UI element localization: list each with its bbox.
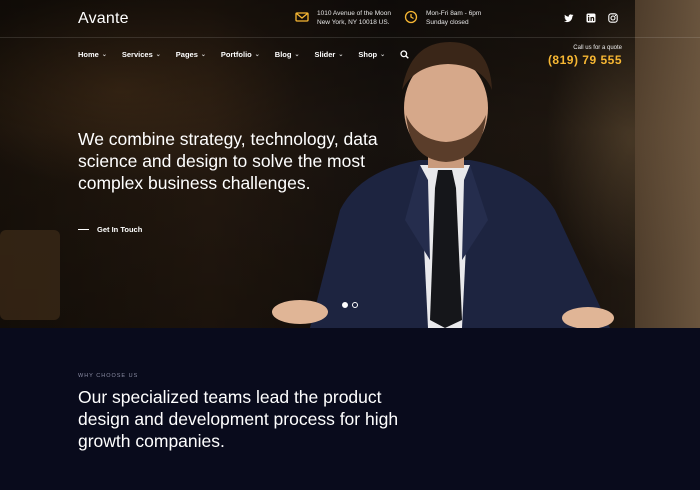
nav-item-slider[interactable]: Slider ⌄ [314,50,343,59]
top-bar: Avante 1010 Avenue of the Moon New York,… [0,0,700,38]
nav-item-pages[interactable]: Pages ⌄ [176,50,206,59]
background-chair [0,230,60,320]
slider-pagination [342,302,358,308]
background-pillar [635,0,700,328]
chevron-down-icon: ⌄ [155,52,161,58]
slide-dot-2[interactable] [352,302,358,308]
social-links [564,13,618,23]
nav-item-home[interactable]: Home ⌄ [78,50,107,59]
contact-hours: Mon-Fri 8am - 6pm Sunday closed [404,9,481,27]
clock-icon [404,10,418,24]
nav-item-shop[interactable]: Shop ⌄ [358,50,385,59]
main-nav: Home ⌄ Services ⌄ Pages ⌄ Portfolio ⌄ Blog ⌄ … [78,50,409,59]
search-icon[interactable] [400,50,409,59]
hours-line-2: Sunday closed [426,19,469,26]
mail-icon [295,12,309,22]
nav-item-blog[interactable]: Blog ⌄ [275,50,300,59]
section-eyebrow: WHY CHOOSE US [78,373,139,379]
address-line-1: 1010 Avenue of the Moon [317,10,391,17]
chevron-down-icon: ⌄ [294,52,300,58]
nav-item-portfolio[interactable]: Portfolio ⌄ [221,50,260,59]
section-heading: Our specialized teams lead the product d… [78,387,399,451]
quote-label: Call us for a quote [573,45,622,51]
address-line-2: New York, NY 10018 US. [317,19,390,26]
cta-label: Get In Touch [97,225,143,234]
chevron-down-icon: ⌄ [101,52,107,58]
linkedin-icon[interactable] [586,13,596,23]
hours-line-1: Mon-Fri 8am - 6pm [426,10,482,17]
why-choose-us-section: WHY CHOOSE US Our specialized teams lead… [0,328,700,490]
chevron-down-icon: ⌄ [254,52,260,58]
twitter-icon[interactable] [564,13,574,23]
chevron-down-icon: ⌄ [338,52,344,58]
brand-logo[interactable]: Avante [78,10,129,28]
slide-dot-1[interactable] [342,302,348,308]
instagram-icon[interactable] [608,13,618,23]
hero-headline: We combine strategy, technology, data sc… [78,129,378,193]
call-quote: Call us for a quote (819) 79 555 [548,45,622,67]
nav-item-services[interactable]: Services ⌄ [122,50,161,59]
get-in-touch-link[interactable]: Get In Touch [78,225,142,234]
chevron-down-icon: ⌄ [380,52,386,58]
chevron-down-icon: ⌄ [200,52,206,58]
contact-address: 1010 Avenue of the Moon New York, NY 100… [295,9,391,27]
quote-phone[interactable]: (819) 79 555 [548,53,622,67]
dash-decoration [78,229,89,230]
